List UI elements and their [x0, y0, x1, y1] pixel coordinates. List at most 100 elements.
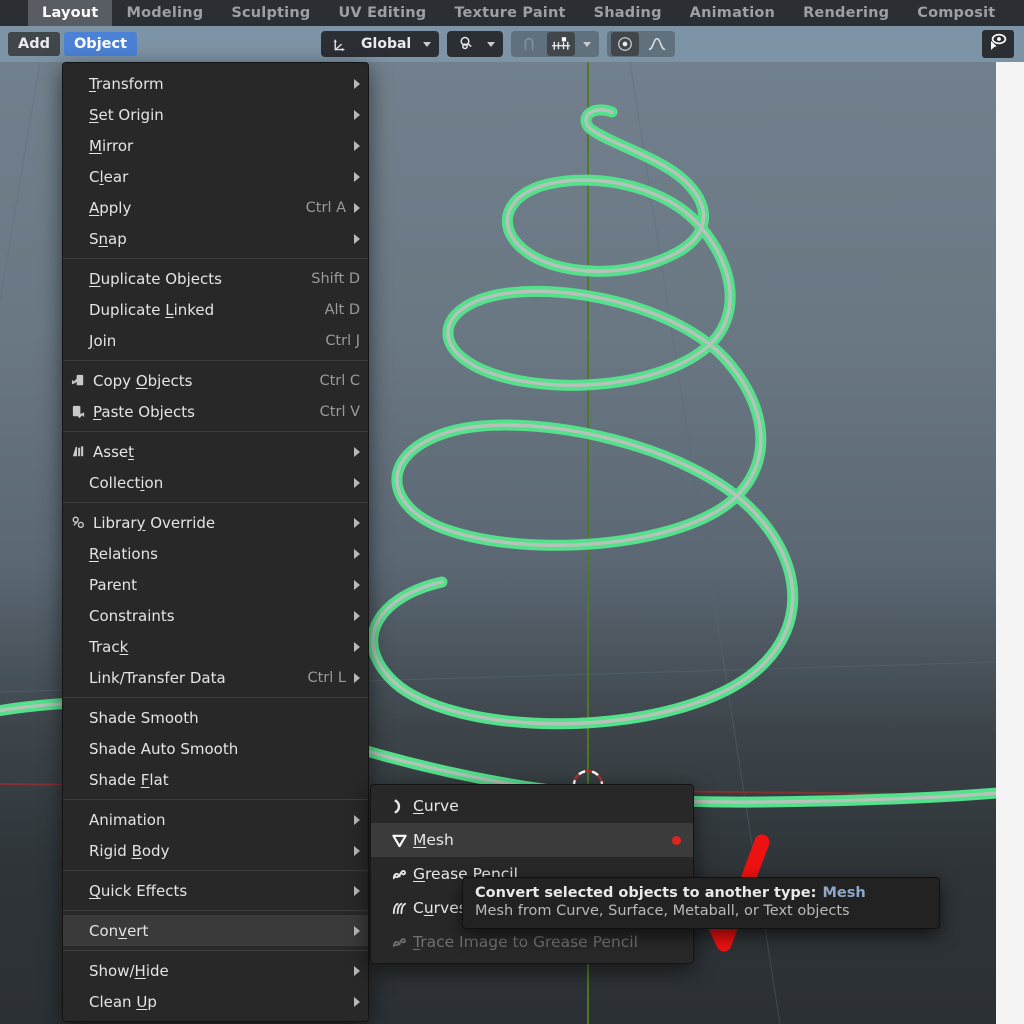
menu-item-snap[interactable]: Snap: [63, 223, 368, 254]
menu-item-shortcut: Ctrl C: [319, 372, 360, 389]
workspace-tab-uv-editing[interactable]: UV Editing: [324, 0, 440, 26]
chevron-down-icon: [423, 41, 432, 47]
submenu-item-curve[interactable]: Curve: [371, 789, 693, 823]
snap-target-dropdown[interactable]: [447, 31, 504, 57]
menu-item-clean-up[interactable]: Clean Up: [63, 986, 368, 1017]
submenu-arrow-icon: [354, 814, 360, 825]
object-dropdown-menu[interactable]: Transform Set Origin Mirror Clear Apply C…: [62, 62, 369, 1022]
submenu-arrow-icon: [354, 202, 360, 213]
proportional-editing-group[interactable]: [607, 31, 676, 57]
menu-item-label: Shade Smooth: [89, 708, 199, 727]
snap-magnet-icon: [451, 32, 479, 56]
workspace-tab-sculpting[interactable]: Sculpting: [217, 0, 324, 26]
menu-item-copy-objects[interactable]: Copy Objects Ctrl C: [63, 365, 368, 396]
menu-item-shortcut: Shift D: [311, 270, 360, 287]
viewport-header: Add Object Global: [0, 26, 1024, 62]
proportional-edit-icon[interactable]: [611, 32, 640, 56]
menu-item-shortcut: Ctrl A: [305, 199, 346, 216]
submenu-arrow-icon: [354, 171, 360, 182]
menu-item-parent[interactable]: Parent: [63, 569, 368, 600]
mouse-click-marker: [672, 835, 681, 845]
transform-orientation-dropdown[interactable]: Global: [321, 31, 440, 57]
submenu-arrow-icon: [354, 233, 360, 244]
convert-submenu[interactable]: Curve Mesh Grease Pencil Curves Trace Im…: [370, 784, 694, 964]
asset-icon: [67, 444, 89, 459]
workspace-tab-label: Sculpting: [231, 5, 311, 21]
submenu-arrow-icon: [354, 579, 360, 590]
submenu-arrow-icon: [354, 517, 360, 528]
transform-orientation-value: Global: [361, 36, 412, 52]
library-override-icon: [67, 515, 89, 530]
workspace-tab-bar: Layout Modeling Sculpting UV Editing Tex…: [0, 0, 1024, 27]
menu-item-animation[interactable]: Animation: [63, 804, 368, 835]
menu-item-mirror[interactable]: Mirror: [63, 130, 368, 161]
menu-separator: [63, 910, 368, 911]
magnet-icon[interactable]: [515, 32, 543, 56]
visibility-filter-button[interactable]: [982, 30, 1014, 58]
curve-selection-halo: [367, 104, 799, 730]
curves-icon: [385, 900, 413, 917]
menu-item-duplicate-linked[interactable]: Duplicate Linked Alt D: [63, 294, 368, 325]
submenu-arrow-icon: [354, 446, 360, 457]
tooltip-line-1: Convert selected objects to another type…: [475, 885, 927, 901]
menu-item-rigid-body[interactable]: Rigid Body: [63, 835, 368, 866]
menu-item-shade-flat[interactable]: Shade Flat: [63, 764, 368, 795]
workspace-tab-label: UV Editing: [338, 5, 427, 21]
menu-item-paste-objects[interactable]: Paste Objects Ctrl V: [63, 396, 368, 427]
submenu-arrow-icon: [354, 109, 360, 120]
menu-item-relations[interactable]: Relations: [63, 538, 368, 569]
workspace-tab-label: Modeling: [126, 5, 204, 21]
menu-item-shade-auto-smooth[interactable]: Shade Auto Smooth: [63, 733, 368, 764]
workspace-tab-texture-paint[interactable]: Texture Paint: [440, 0, 579, 26]
menu-item-convert[interactable]: Convert: [63, 915, 368, 946]
add-menu-button[interactable]: Add: [8, 32, 60, 56]
menu-item-duplicate-objects[interactable]: Duplicate Objects Shift D: [63, 263, 368, 294]
object-menu-button[interactable]: Object: [63, 32, 138, 56]
menu-item-track[interactable]: Track: [63, 631, 368, 662]
menu-item-shortcut: Ctrl V: [319, 403, 360, 420]
viewport-right-edge: [996, 62, 1024, 1024]
workspace-tab-label: Texture Paint: [454, 5, 566, 21]
workspace-tab-shading[interactable]: Shading: [580, 0, 676, 26]
menu-separator: [63, 431, 368, 432]
object-menu-label: Object: [73, 36, 128, 52]
workspace-tab-label: Animation: [689, 5, 776, 21]
menu-item-library-override[interactable]: Library Override: [63, 507, 368, 538]
workspace-tab-animation[interactable]: Animation: [676, 0, 789, 26]
menu-item-asset[interactable]: Asset: [63, 436, 368, 467]
menu-item-quick-effects[interactable]: Quick Effects: [63, 875, 368, 906]
falloff-curve-icon[interactable]: [643, 32, 671, 56]
workspace-tab-layout[interactable]: Layout: [28, 0, 113, 26]
submenu-arrow-icon: [354, 477, 360, 488]
menu-separator: [63, 870, 368, 871]
submenu-arrow-icon: [354, 610, 360, 621]
menu-item-constraints[interactable]: Constraints: [63, 600, 368, 631]
trace-image-icon: [385, 934, 413, 951]
snap-increment-icon[interactable]: [547, 32, 576, 56]
copy-icon: [67, 373, 89, 388]
menu-item-apply[interactable]: Apply Ctrl A: [63, 192, 368, 223]
menu-item-link-transfer-data[interactable]: Link/Transfer Data Ctrl L: [63, 662, 368, 693]
menu-item-clear[interactable]: Clear: [63, 161, 368, 192]
menu-item-join[interactable]: Join Ctrl J: [63, 325, 368, 356]
chevron-down-icon[interactable]: [583, 41, 592, 47]
submenu-item-mesh[interactable]: Mesh: [371, 823, 693, 857]
snap-settings-group[interactable]: [511, 31, 600, 57]
menu-item-transform[interactable]: Transform: [63, 68, 368, 99]
curve-core-wire: [371, 108, 795, 726]
menu-item-collection[interactable]: Collection: [63, 467, 368, 498]
tooltip-description: Convert selected objects to another type…: [475, 885, 817, 901]
menu-item-set-origin[interactable]: Set Origin: [63, 99, 368, 130]
mesh-triangle-icon: [385, 832, 413, 849]
workspace-tab-label: Layout: [42, 5, 99, 21]
menu-separator: [63, 360, 368, 361]
workspace-tab-modeling[interactable]: Modeling: [112, 0, 217, 26]
menu-item-shade-smooth[interactable]: Shade Smooth: [63, 702, 368, 733]
menu-separator: [63, 799, 368, 800]
menu-item-shortcut: Ctrl L: [307, 669, 347, 686]
menu-item-show-hide[interactable]: Show/Hide: [63, 955, 368, 986]
workspace-tab-rendering[interactable]: Rendering: [789, 0, 903, 26]
submenu-item-trace-image-to-grease-pencil: Trace Image to Grease Pencil: [371, 925, 693, 959]
workspace-tab-compositing[interactable]: Composit: [903, 0, 1009, 26]
workspace-tab-label: Shading: [593, 5, 662, 21]
